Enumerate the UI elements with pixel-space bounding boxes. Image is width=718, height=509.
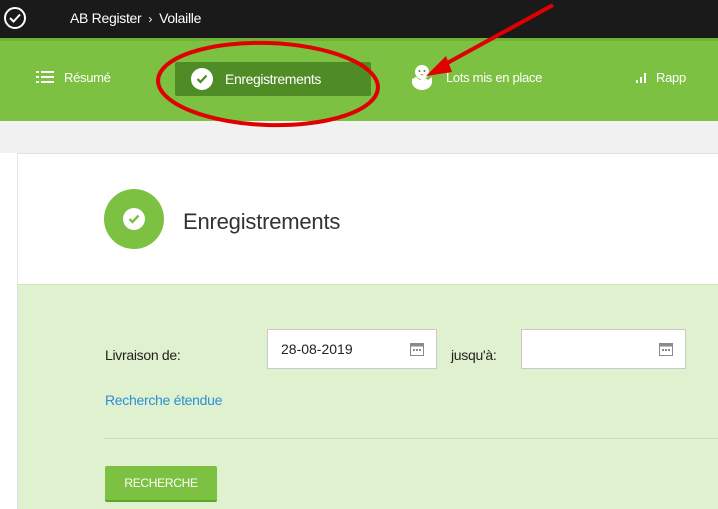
livraison-date-value: 28-08-2019 — [281, 341, 353, 357]
nav-item-lots[interactable]: Lots mis en place — [410, 63, 542, 91]
sub-bar — [0, 121, 718, 153]
livraison-date-input[interactable]: 28-08-2019 — [267, 329, 437, 369]
chick-egg-icon — [412, 65, 432, 90]
breadcrumb-item-volaille[interactable]: Volaille — [159, 10, 201, 26]
nav-item-resume[interactable]: Résumé — [36, 63, 111, 91]
top-bar: AB Register › Volaille — [0, 0, 718, 38]
check-icon — [191, 68, 213, 90]
nav-item-label: Résumé — [64, 69, 111, 85]
jusqua-label: jusqu'à: — [451, 347, 497, 363]
form-divider — [104, 438, 718, 439]
calendar-icon[interactable] — [410, 342, 424, 356]
screen: AB Register › Volaille Résumé Enregistreme… — [0, 0, 718, 509]
extended-search-link[interactable]: Recherche étendue — [105, 392, 222, 408]
nav-item-enregistrements[interactable]: Enregistrements — [175, 62, 371, 96]
bar-chart-icon — [636, 73, 646, 83]
nav-item-label: Rapp — [656, 69, 686, 85]
list-icon — [36, 71, 54, 83]
content-panel: Enregistrements Livraison de: 28-08-2019… — [17, 153, 718, 509]
nav-item-rapports[interactable]: Rapp — [636, 63, 686, 91]
main-nav: Résumé Enregistrements Lots mis en place… — [0, 38, 718, 124]
check-circle-icon — [104, 189, 164, 249]
livraison-label: Livraison de: — [105, 347, 181, 363]
breadcrumb-item-register[interactable]: AB Register — [70, 10, 142, 26]
app-logo-check-icon[interactable] — [4, 7, 26, 29]
nav-item-label: Enregistrements — [225, 71, 321, 87]
breadcrumb: AB Register › Volaille — [70, 10, 201, 26]
nav-item-label: Lots mis en place — [446, 69, 543, 85]
search-button[interactable]: RECHERCHE — [105, 466, 217, 502]
page-header: Enregistrements — [18, 154, 718, 284]
search-form: Livraison de: 28-08-2019 jusqu'à: Recher… — [18, 284, 718, 509]
calendar-icon[interactable] — [659, 342, 673, 356]
page-title: Enregistrements — [183, 209, 341, 234]
breadcrumb-separator: › — [148, 12, 153, 26]
jusqua-date-input[interactable] — [521, 329, 686, 369]
